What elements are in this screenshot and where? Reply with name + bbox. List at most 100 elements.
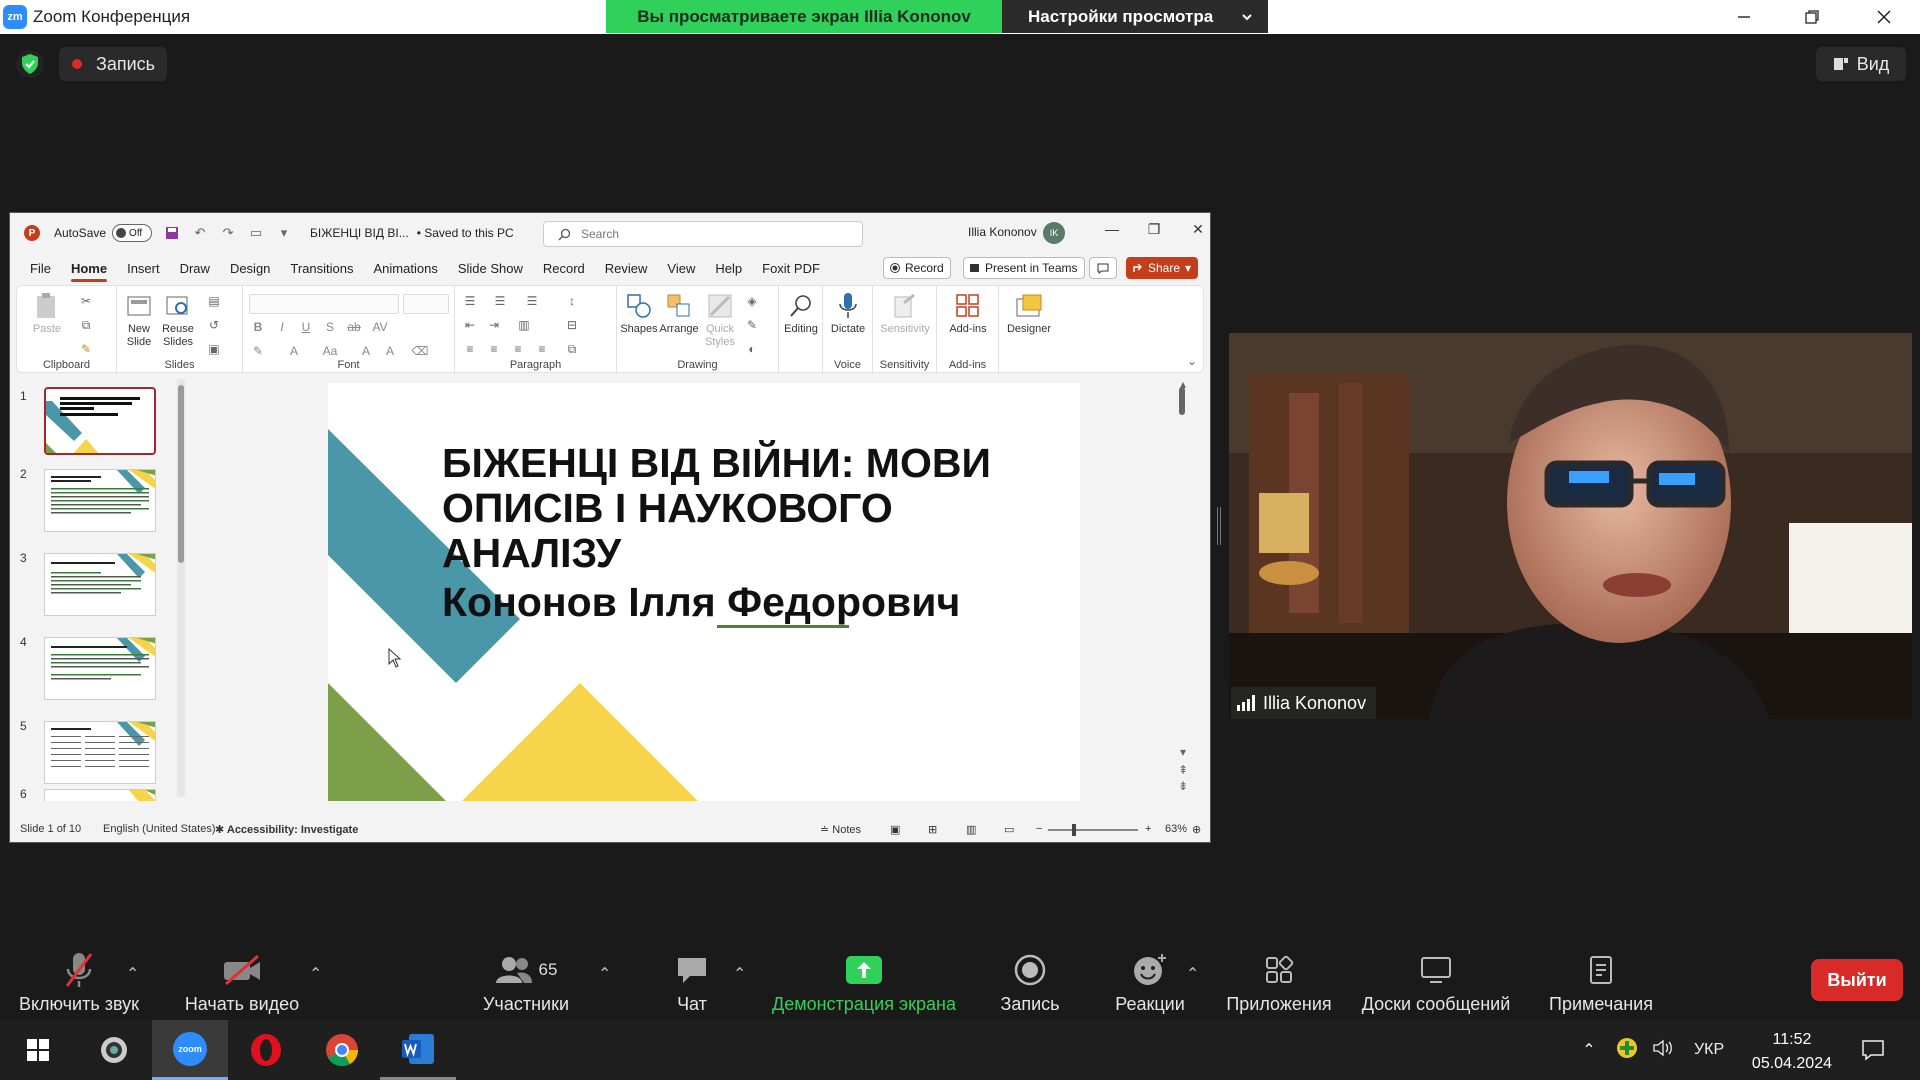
smartart-icon[interactable]: ⧉ xyxy=(565,342,579,356)
security-shield-button[interactable] xyxy=(16,50,44,78)
taskbar-clock[interactable]: 11:52 05.04.2024 xyxy=(1752,1028,1832,1076)
slide-title[interactable]: БІЖЕНЦІ ВІД ВІЙНИ: МОВИ ОПИСІВ І НАУКОВО… xyxy=(442,441,1062,576)
arrange-button[interactable]: Arrange xyxy=(659,292,699,336)
reactions-button[interactable]: Реакции xyxy=(1110,928,1190,1020)
underline-icon[interactable]: U xyxy=(299,320,313,334)
taskbar-app-chrome[interactable] xyxy=(304,1020,380,1080)
align-left-icon[interactable]: ≡ xyxy=(463,342,477,356)
slide-sorter-icon[interactable]: ⊞ xyxy=(928,823,937,836)
notes-button[interactable]: Примечания xyxy=(1542,928,1660,1020)
search-input[interactable]: Search xyxy=(543,221,863,247)
slide-thumbnail-6[interactable] xyxy=(44,789,156,801)
increase-indent-icon[interactable]: ⇥ xyxy=(487,318,501,332)
participants-chevron-icon[interactable]: ⌃ xyxy=(598,964,611,984)
start-video-button[interactable]: Начать видео xyxy=(182,928,302,1020)
share-screen-button[interactable]: Демонстрация экрана xyxy=(766,928,962,1020)
new-slide-button[interactable]: New Slide xyxy=(121,292,157,349)
tab-view[interactable]: View xyxy=(667,257,695,280)
taskbar-app-opera[interactable] xyxy=(228,1020,304,1080)
tab-draw[interactable]: Draw xyxy=(180,257,210,280)
zoom-in-icon[interactable]: + xyxy=(1145,823,1151,835)
ppt-restore-icon[interactable]: ❐ xyxy=(1142,221,1166,238)
fit-slide-icon[interactable]: ⊕ xyxy=(1192,823,1201,836)
zoom-slider[interactable] xyxy=(1048,824,1138,836)
ppt-close-icon[interactable]: ✕ xyxy=(1186,221,1210,238)
text-direction-icon[interactable]: ↕ xyxy=(565,294,579,308)
change-case-icon[interactable]: Aa xyxy=(323,344,338,358)
reactions-chevron-icon[interactable]: ⌃ xyxy=(1186,964,1199,984)
layout-icon[interactable]: ▤ xyxy=(207,294,221,308)
taskbar-app-word[interactable] xyxy=(380,1020,456,1080)
record-button[interactable]: Record xyxy=(883,257,951,279)
apps-button[interactable]: Приложения xyxy=(1222,928,1336,1020)
shapes-button[interactable]: Shapes xyxy=(620,292,658,336)
bold-icon[interactable]: B xyxy=(251,320,265,334)
dictate-button[interactable]: Dictate xyxy=(827,292,869,336)
tab-review[interactable]: Review xyxy=(605,257,648,280)
shrink-font-icon[interactable]: A xyxy=(383,344,397,358)
shape-effects-icon[interactable]: ◐ xyxy=(745,342,759,356)
close-button[interactable] xyxy=(1850,0,1918,34)
restore-button[interactable] xyxy=(1778,0,1846,34)
font-size-select[interactable] xyxy=(403,294,449,314)
reuse-slides-button[interactable]: Reuse Slides xyxy=(159,292,197,349)
grow-font-icon[interactable]: A xyxy=(359,344,373,358)
recording-indicator[interactable]: Запись xyxy=(59,47,167,81)
bullets-icon[interactable]: ☰ xyxy=(463,294,477,308)
tab-record[interactable]: Record xyxy=(543,257,585,280)
record-meeting-button[interactable]: Запись xyxy=(990,928,1070,1020)
align-right-icon[interactable]: ≡ xyxy=(511,342,525,356)
collapse-ribbon-icon[interactable]: ⌄ xyxy=(1185,354,1199,368)
current-slide[interactable]: БІЖЕНЦІ ВІД ВІЙНИ: МОВИ ОПИСІВ І НАУКОВО… xyxy=(328,383,1080,801)
participant-video-tile[interactable]: Illia Kononov xyxy=(1229,333,1912,719)
comments-button[interactable] xyxy=(1089,257,1117,279)
autosave-toggle[interactable]: Off xyxy=(112,224,153,242)
whiteboards-button[interactable]: Доски сообщений xyxy=(1356,928,1516,1020)
leave-meeting-button[interactable]: Выйти xyxy=(1811,959,1903,1001)
avatar[interactable]: IK xyxy=(1043,222,1065,244)
slide-thumbnail-5[interactable] xyxy=(44,721,156,784)
slide-scrollbar[interactable] xyxy=(1178,377,1186,797)
tab-foxit-pdf[interactable]: Foxit PDF xyxy=(762,257,820,280)
splitter-handle[interactable] xyxy=(1217,507,1221,545)
share-button[interactable]: Share ▾ xyxy=(1126,257,1199,279)
sensitivity-button[interactable]: Sensitivity xyxy=(877,292,933,336)
addins-button[interactable]: Add-ins xyxy=(943,292,993,336)
scrollbar-thumb[interactable] xyxy=(1179,387,1185,415)
font-color-icon[interactable]: A xyxy=(287,344,301,358)
editing-button[interactable]: Editing xyxy=(781,292,821,336)
format-painter-icon[interactable]: ✎ xyxy=(79,342,93,356)
undo-icon[interactable]: ↶ xyxy=(192,225,208,241)
shadow-icon[interactable]: S xyxy=(323,320,337,334)
reset-icon[interactable]: ↺ xyxy=(207,318,221,332)
redo-icon[interactable]: ↷ xyxy=(220,225,236,241)
numbering-icon[interactable]: ☰ xyxy=(493,294,507,308)
cut-icon[interactable]: ✂ xyxy=(79,294,93,308)
designer-button[interactable]: Designer xyxy=(1003,292,1055,336)
document-name[interactable]: БІЖЕНЦІ ВІД ВІ... xyxy=(310,226,409,240)
zoom-level[interactable]: 63% xyxy=(1165,823,1187,835)
align-center-icon[interactable]: ≡ xyxy=(487,342,501,356)
volume-icon[interactable] xyxy=(1652,1038,1676,1063)
scroll-down-icon[interactable]: ▾ xyxy=(1176,745,1190,759)
present-in-teams-button[interactable]: Present in Teams xyxy=(963,257,1085,279)
strikethrough-icon[interactable]: ab xyxy=(347,320,361,334)
columns-icon[interactable]: ▥ xyxy=(517,318,531,332)
tab-transitions[interactable]: Transitions xyxy=(290,257,353,280)
chat-button[interactable]: Чат xyxy=(660,928,724,1020)
justify-icon[interactable]: ≡ xyxy=(535,342,549,356)
zoom-out-icon[interactable]: − xyxy=(1036,823,1042,835)
tab-design[interactable]: Design xyxy=(230,257,270,280)
shape-fill-icon[interactable]: ◈ xyxy=(745,294,759,308)
slide-thumbnail-1[interactable] xyxy=(44,387,156,455)
notes-button[interactable]: ≐ Notes xyxy=(820,823,861,836)
start-button[interactable] xyxy=(0,1020,76,1080)
clear-formatting-icon[interactable]: ⌫ xyxy=(412,344,429,358)
normal-view-icon[interactable]: ▣ xyxy=(890,823,900,836)
section-icon[interactable]: ▣ xyxy=(207,342,221,356)
chat-chevron-icon[interactable]: ⌃ xyxy=(733,964,746,984)
minimize-button[interactable] xyxy=(1710,0,1778,34)
language-indicator[interactable]: English (United States) xyxy=(103,823,216,835)
ppt-minimize-icon[interactable]: — xyxy=(1100,221,1124,237)
notifications-button[interactable] xyxy=(1848,1020,1898,1080)
